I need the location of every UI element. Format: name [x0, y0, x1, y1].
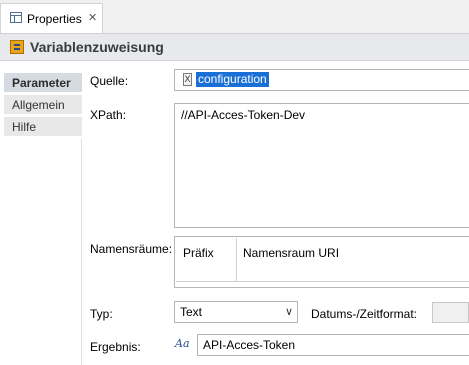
nav-item-parameter[interactable]: Parameter: [4, 73, 82, 93]
view-tab-bar: Properties ✕: [0, 0, 469, 33]
xpath-value: //API-Acces-Token-Dev: [181, 108, 306, 122]
text-type-icon: Aa: [175, 337, 190, 350]
result-label: Ergebnis:: [90, 340, 141, 354]
namespaces-label: Namensräume:: [90, 242, 173, 256]
source-value[interactable]: configuration: [196, 72, 269, 87]
page-title: Variablenzuweisung: [30, 39, 164, 55]
nav-empty-area: [4, 139, 82, 365]
section-nav: Parameter Allgemein Hilfe: [0, 61, 82, 365]
type-label: Typ:: [90, 307, 113, 321]
xml-document-icon: X: [183, 73, 192, 86]
result-field[interactable]: API-Acces-Token: [197, 334, 469, 356]
ns-column-divider: [236, 238, 237, 281]
source-label: Quelle:: [90, 74, 129, 88]
nav-item-allgemein[interactable]: Allgemein: [4, 95, 82, 115]
type-value: Text: [180, 305, 203, 319]
properties-header: Variablenzuweisung: [0, 33, 469, 61]
dateformat-label: Datums-/Zeitformat:: [311, 307, 418, 321]
ns-col-uri[interactable]: Namensraum URI: [243, 246, 339, 260]
result-value: API-Acces-Token: [203, 338, 296, 352]
chevron-down-icon: ∨: [284, 306, 293, 318]
xpath-textarea[interactable]: //API-Acces-Token-Dev: [174, 103, 469, 228]
dateformat-input[interactable]: [432, 302, 469, 323]
tab-properties[interactable]: Properties ✕: [0, 3, 103, 33]
properties-view-icon: [10, 12, 22, 23]
variable-assignment-icon: [10, 40, 24, 54]
nav-item-hilfe[interactable]: Hilfe: [4, 117, 82, 137]
type-select[interactable]: Text ∨: [174, 301, 298, 323]
close-icon[interactable]: ✕: [88, 11, 97, 25]
ns-col-prefix[interactable]: Präfix: [183, 246, 214, 260]
xpath-label: XPath:: [90, 108, 127, 122]
ns-row-divider: [176, 281, 469, 282]
tab-properties-label: Properties: [27, 12, 82, 26]
